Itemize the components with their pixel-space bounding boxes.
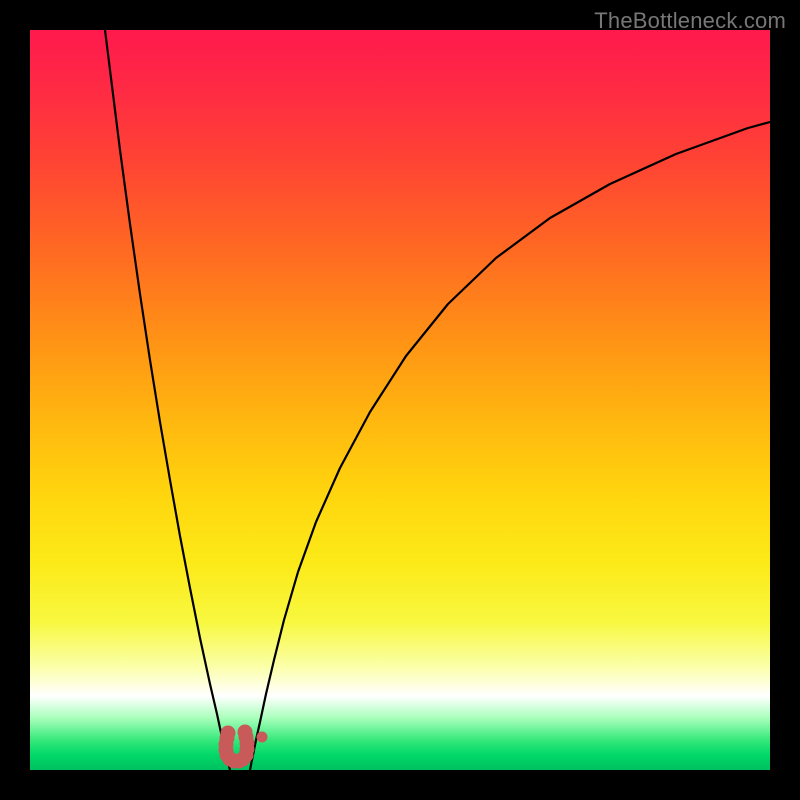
plot-area <box>30 30 770 770</box>
marker-group <box>219 725 268 769</box>
chart-frame: TheBottleneck.com <box>0 0 800 800</box>
marker-side-dot <box>257 732 268 743</box>
curve-right-curve <box>250 122 770 770</box>
curve-layer <box>30 30 770 770</box>
curve-left-curve <box>105 30 230 770</box>
marker-u-dot <box>238 725 253 740</box>
curve-group <box>105 30 770 770</box>
